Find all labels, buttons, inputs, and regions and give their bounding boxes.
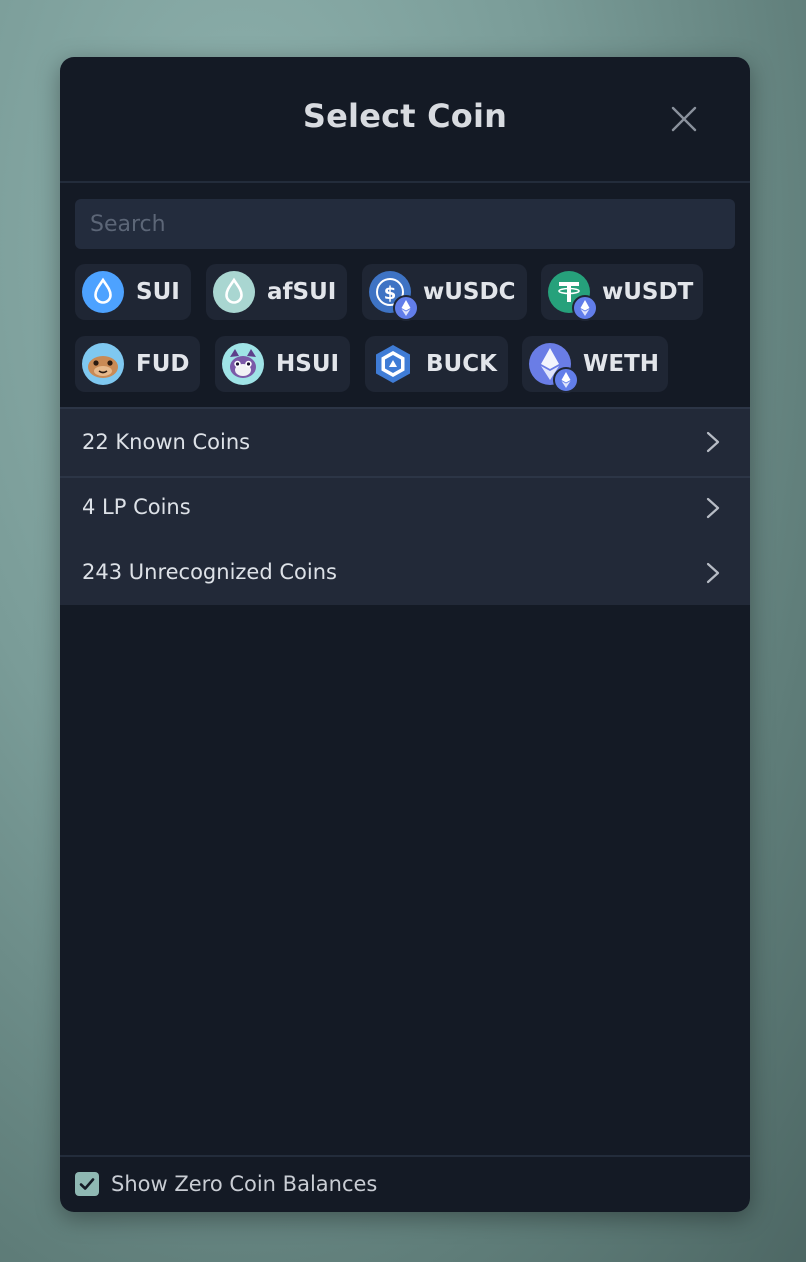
coin-chip-buck[interactable]: BUCK	[365, 336, 508, 392]
ethereum-badge-icon	[393, 295, 419, 321]
popular-coins: SUI afSUI $ wUSDC wUSDT FUD HSUI BUCK WE…	[60, 57, 750, 417]
section-unrecognized-coins[interactable]: 243 Unrecognized Coins	[60, 541, 750, 605]
coin-chip-wusdt[interactable]: wUSDT	[541, 264, 703, 321]
chevron-right-icon	[704, 431, 722, 453]
checkbox-label: Show Zero Coin Balances	[111, 1172, 378, 1196]
ethereum-badge-icon	[553, 367, 579, 393]
show-zero-balances-toggle[interactable]: Show Zero Coin Balances	[75, 1170, 377, 1198]
coin-chip-sui[interactable]: SUI	[75, 264, 191, 320]
sui-icon	[82, 271, 124, 313]
checkbox-checked-icon[interactable]	[75, 1172, 99, 1196]
section-lp-coins[interactable]: 4 LP Coins	[60, 478, 750, 541]
coin-symbol: FUD	[136, 351, 190, 377]
section-label: 22 Known Coins	[82, 430, 251, 454]
section-label: 4 LP Coins	[82, 495, 191, 519]
usdt-icon	[548, 271, 598, 321]
coin-chip-wusdc[interactable]: $ wUSDC	[362, 264, 527, 321]
coin-symbol: afSUI	[267, 279, 337, 305]
weth-icon	[529, 343, 579, 393]
section-label: 243 Unrecognized Coins	[82, 560, 337, 584]
footer-divider	[60, 1155, 750, 1157]
coin-symbol: SUI	[136, 279, 180, 305]
coin-chip-hsui[interactable]: HSUI	[215, 336, 350, 392]
coin-symbol: wUSDT	[602, 279, 694, 305]
chevron-right-icon	[704, 497, 722, 519]
coin-symbol: HSUI	[276, 351, 340, 377]
coin-chip-afsui[interactable]: afSUI	[206, 264, 347, 320]
section-known-coins[interactable]: 22 Known Coins	[60, 409, 750, 476]
hsui-icon	[222, 343, 264, 385]
usdc-icon: $	[369, 271, 419, 321]
chevron-right-icon	[704, 562, 722, 584]
ethereum-badge-icon	[572, 295, 598, 321]
coin-chip-fud[interactable]: FUD	[75, 336, 200, 392]
coin-chip-weth[interactable]: WETH	[522, 336, 668, 393]
section-lp-and-unrecognized: 4 LP Coins 243 Unrecognized Coins	[60, 478, 750, 605]
buck-icon	[372, 343, 414, 385]
coin-symbol: wUSDC	[423, 279, 516, 305]
select-coin-modal: Select Coin SUI	[60, 57, 750, 1212]
coin-symbol: BUCK	[426, 351, 497, 377]
coin-symbol: WETH	[583, 351, 660, 377]
afsui-icon	[213, 271, 255, 313]
fud-icon	[82, 343, 124, 385]
